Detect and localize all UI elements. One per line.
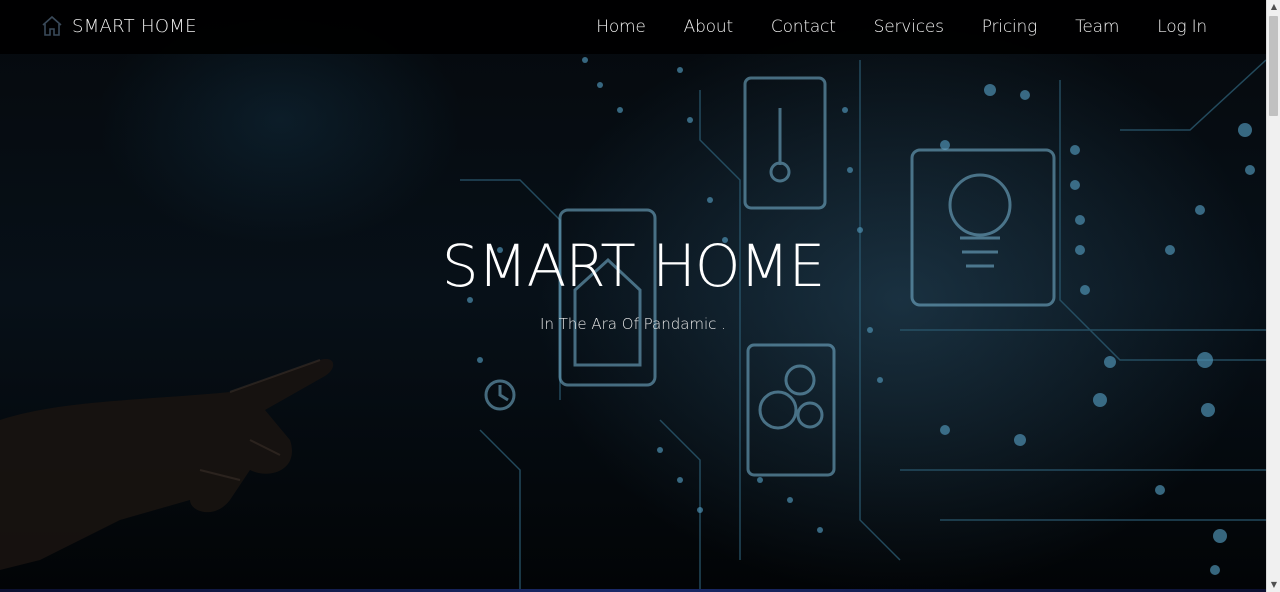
scroll-down-arrow-icon[interactable]: ▼ [1267, 578, 1280, 592]
hero-section: SMART HOME In The Ara Of Pandamic . [0, 0, 1266, 592]
scroll-thumb[interactable] [1269, 16, 1278, 116]
page: SMART HOME In The Ara Of Pandamic . SMAR… [0, 0, 1280, 592]
top-navbar: SMART HOME Home About Contact Services P… [0, 0, 1266, 54]
hero-subtitle: In The Ara Of Pandamic . [540, 315, 726, 333]
nav-item-team[interactable]: Team [1056, 17, 1138, 37]
nav-item-pricing[interactable]: Pricing [963, 17, 1056, 37]
brand-name: SMART HOME [72, 15, 197, 37]
vertical-scrollbar[interactable]: ▲ ▼ [1266, 0, 1280, 592]
nav-item-services[interactable]: Services [855, 17, 963, 37]
nav-item-login[interactable]: Log In [1138, 17, 1226, 37]
hero-title: SMART HOME [441, 232, 825, 300]
home-icon [40, 14, 64, 38]
brand-logo-link[interactable]: SMART HOME [40, 10, 197, 42]
nav-item-contact[interactable]: Contact [752, 17, 855, 37]
scroll-up-arrow-icon[interactable]: ▲ [1267, 0, 1280, 14]
nav-item-home[interactable]: Home [577, 17, 664, 37]
main-nav: Home About Contact Services Pricing Team… [577, 0, 1226, 54]
nav-item-about[interactable]: About [665, 17, 752, 37]
